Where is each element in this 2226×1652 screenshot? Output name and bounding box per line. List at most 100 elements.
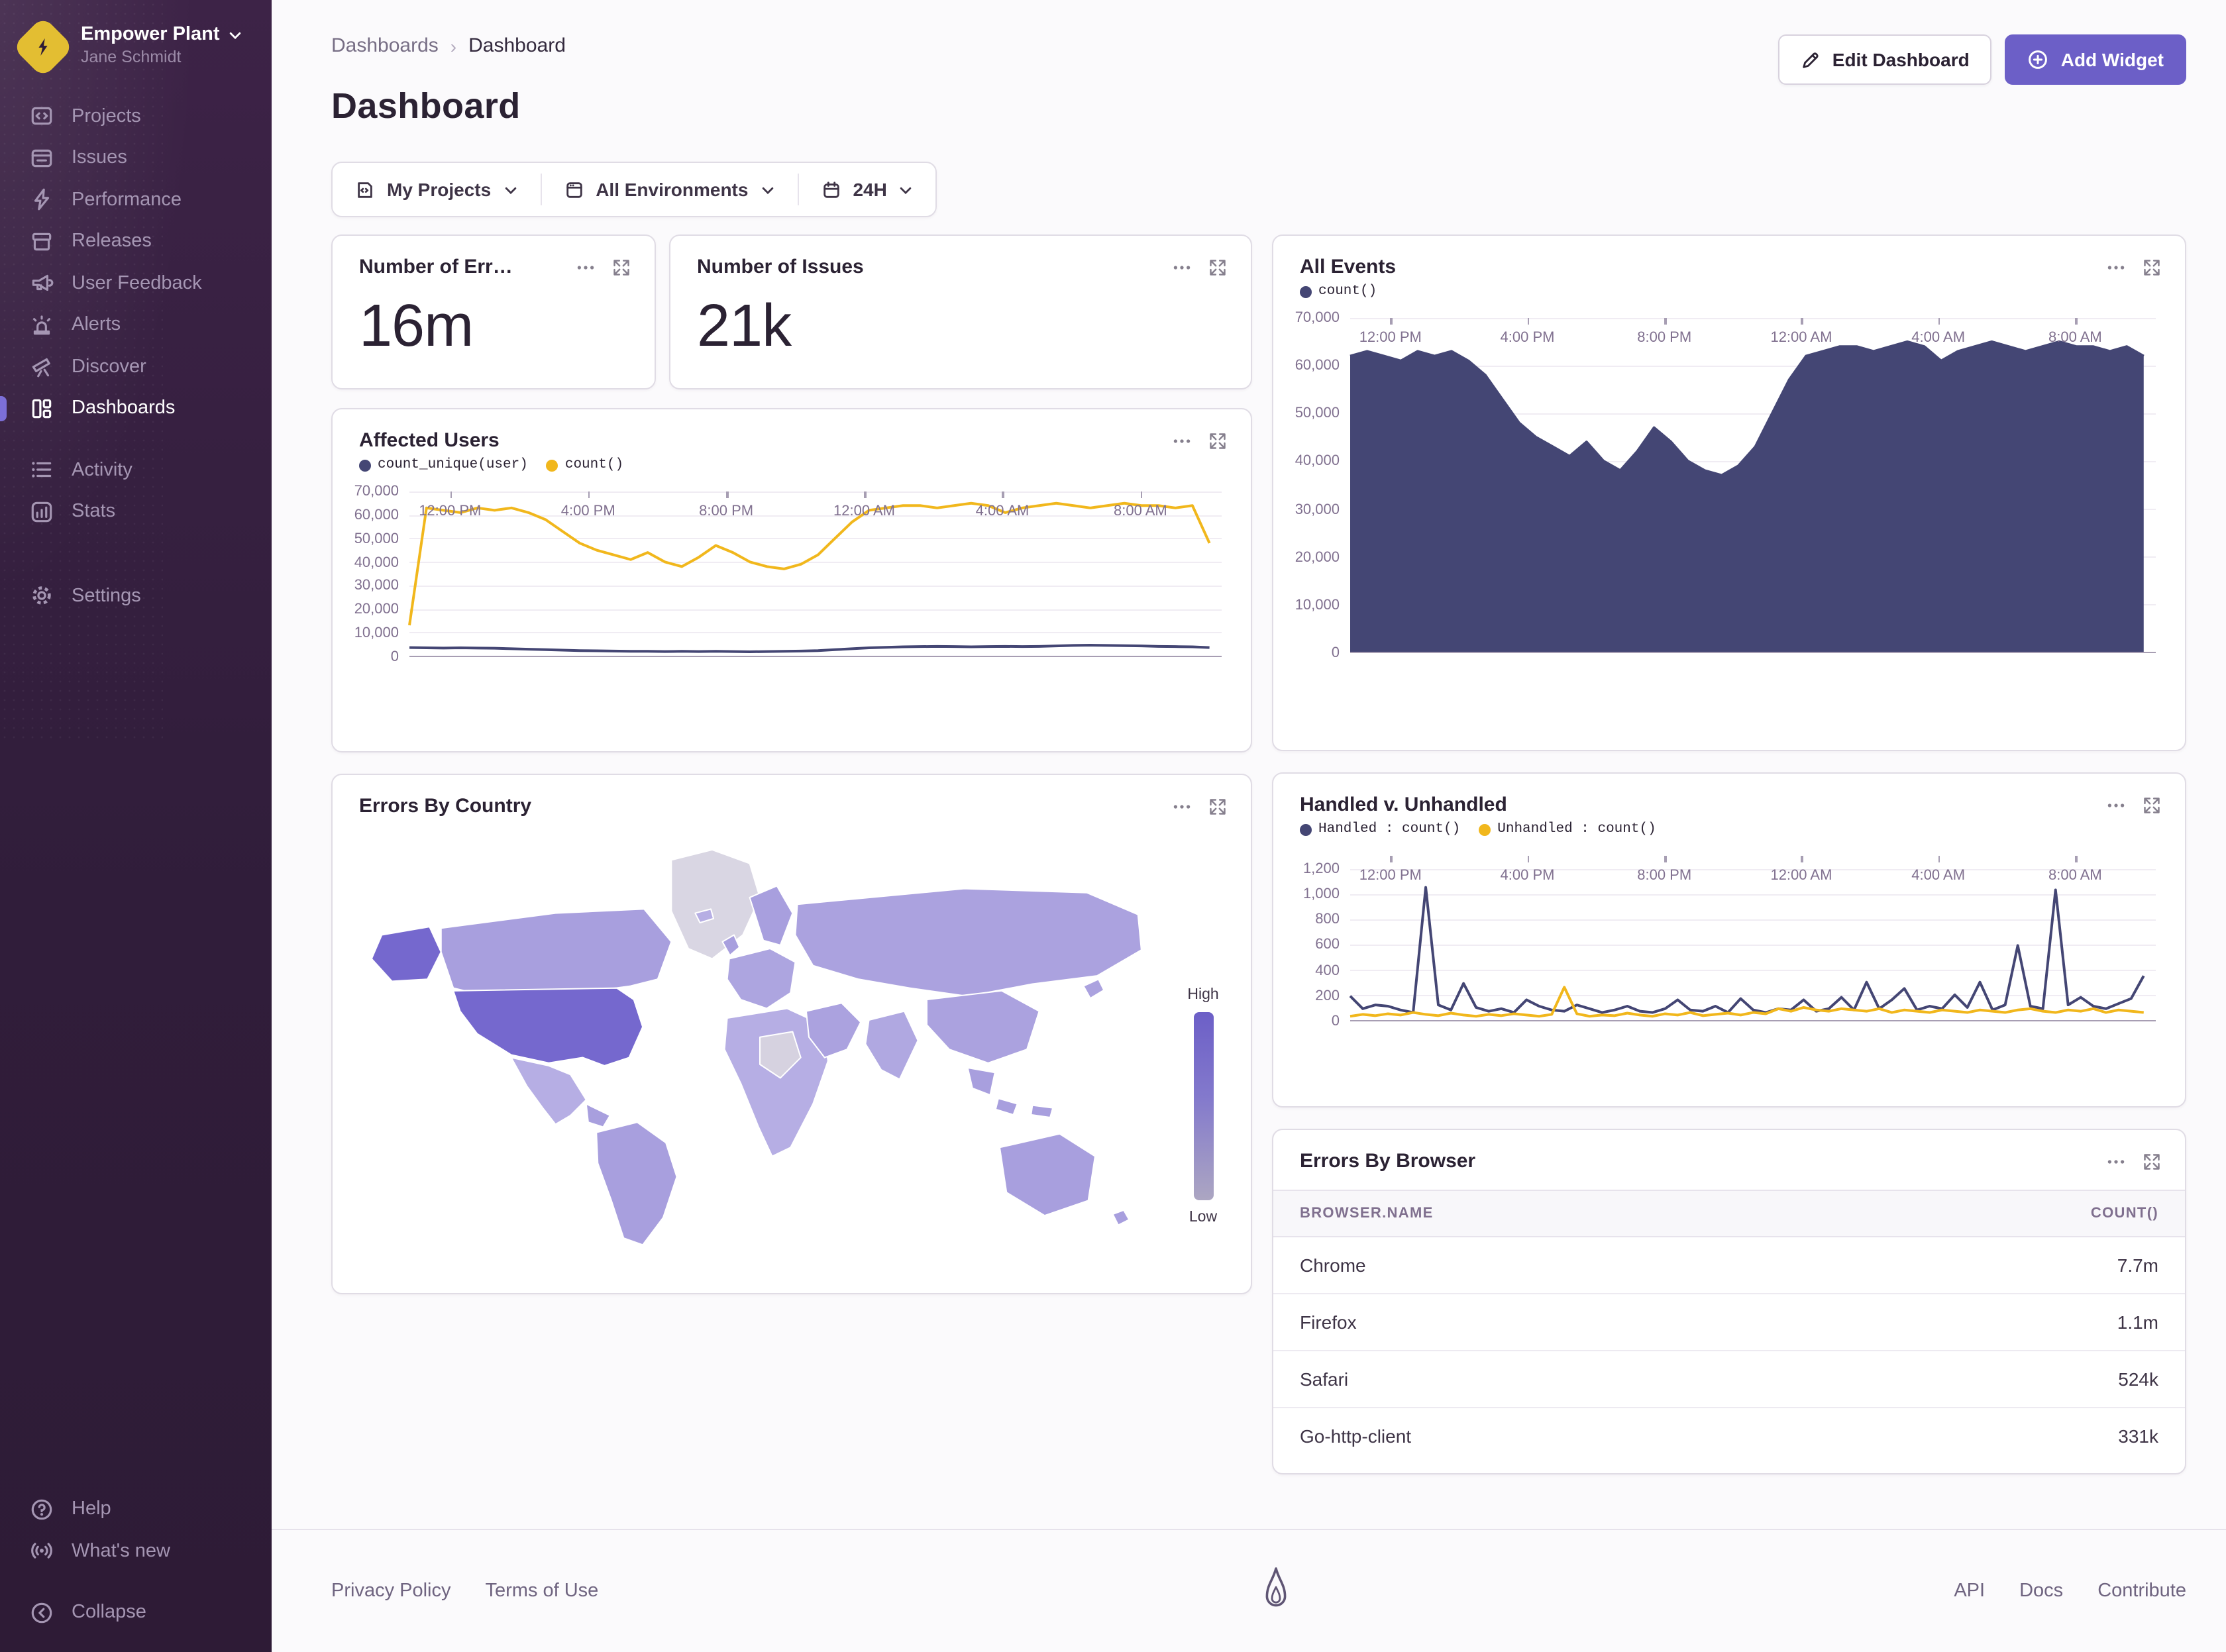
projects-filter[interactable]: My Projects (333, 163, 540, 216)
main-area: Dashboards › Dashboard Dashboard Edit Da… (272, 0, 2226, 1652)
sidebar-item-label: Issues (72, 148, 127, 169)
ellipsis-menu-button[interactable] (1173, 798, 1191, 816)
time-range-filter[interactable]: 24H (798, 163, 935, 216)
sidebar-item-label: Activity (72, 460, 132, 481)
sidebar-item-help[interactable]: Help (0, 1488, 272, 1530)
page-footer: Privacy Policy Terms of Use API Docs Con… (272, 1529, 2226, 1652)
sidebar-item-label: What's new (72, 1541, 170, 1562)
page-title: Dashboard (331, 86, 566, 127)
sidebar-item-dashboards[interactable]: Dashboards (0, 387, 272, 429)
legend-dot-icon (359, 459, 371, 471)
widget-number-of-errors: Number of Err… 16m (331, 234, 656, 389)
sidebar-item-projects[interactable]: Projects (0, 95, 272, 137)
terms-of-use-link[interactable]: Terms of Use (486, 1580, 599, 1602)
user-name: Jane Schmidt (81, 48, 242, 68)
expand-widget-button[interactable] (1208, 432, 1227, 450)
sentry-logo-icon[interactable] (1259, 1566, 1293, 1616)
pencil-icon (1801, 50, 1821, 70)
megaphone-icon (29, 271, 54, 296)
sidebar: Empower Plant Jane Schmidt Projects Issu… (0, 0, 272, 1652)
widget-number-of-issues: Number of Issues 21k (669, 234, 1252, 389)
calendar-icon (821, 180, 841, 199)
expand-widget-button[interactable] (2143, 1153, 2161, 1171)
sidebar-item-collapse[interactable]: Collapse (0, 1592, 272, 1633)
widget-title: Errors By Country (359, 795, 531, 817)
sidebar-item-discover[interactable]: Discover (0, 346, 272, 387)
widget-errors-by-country: Errors By Country (331, 774, 1252, 1294)
ellipsis-menu-button[interactable] (2107, 258, 2125, 277)
ellipsis-menu-button[interactable] (2107, 1153, 2125, 1171)
ellipsis-menu-button[interactable] (576, 258, 595, 277)
sidebar-item-user-feedback[interactable]: User Feedback (0, 262, 272, 304)
sidebar-item-alerts[interactable]: Alerts (0, 304, 272, 346)
sidebar-item-whats-new[interactable]: What's new (0, 1530, 272, 1572)
chart-legend: count() (1273, 278, 2185, 299)
stats-icon (29, 499, 54, 525)
table-row: Chrome7.7m (1273, 1237, 2185, 1294)
handled-v-unhandled-chart: 02004006008001,0001,200 12:00 PM4:00 PM8… (1273, 837, 2185, 1021)
ellipsis-menu-button[interactable] (1173, 432, 1191, 450)
contribute-link[interactable]: Contribute (2097, 1580, 2186, 1602)
sidebar-item-releases[interactable]: Releases (0, 221, 272, 262)
broadcast-icon (29, 1539, 54, 1564)
expand-widget-button[interactable] (2143, 258, 2161, 277)
projects-icon (29, 104, 54, 129)
map-gradient-bar (1193, 1012, 1213, 1200)
sidebar-item-label: Alerts (72, 315, 121, 336)
widget-title: Errors By Browser (1300, 1150, 1475, 1172)
sidebar-item-settings[interactable]: Settings (0, 575, 272, 617)
gear-icon (29, 584, 54, 609)
all-events-chart: 010,00020,00030,00040,00050,00060,00070,… (1273, 299, 2185, 653)
stat-value: 21k (670, 278, 1251, 360)
environments-filter[interactable]: All Environments (541, 163, 797, 216)
edit-dashboard-button[interactable]: Edit Dashboard (1778, 34, 1992, 85)
expand-widget-button[interactable] (1208, 798, 1227, 816)
map-low-label: Low (1189, 1210, 1217, 1225)
expand-widget-button[interactable] (612, 258, 631, 277)
legend-item: count() (547, 457, 623, 473)
sidebar-item-issues[interactable]: Issues (0, 137, 272, 179)
map-high-label: High (1187, 987, 1218, 1003)
sidebar-item-label: Releases (72, 231, 152, 252)
projects-filter-label: My Projects (387, 179, 491, 200)
chart-legend: Handled : count() Unhandled : count() (1273, 816, 2185, 837)
sidebar-item-stats[interactable]: Stats (0, 491, 272, 533)
stat-value: 16m (333, 278, 655, 360)
ellipsis-menu-button[interactable] (2107, 796, 2125, 815)
filter-bar: My Projects All Environments 24H (331, 162, 937, 217)
sidebar-item-label: Performance (72, 189, 182, 211)
sidebar-item-label: Stats (72, 501, 115, 523)
table-header: BROWSER.NAME COUNT() (1273, 1190, 2185, 1237)
sidebar-item-label: Discover (72, 356, 146, 378)
sidebar-item-performance[interactable]: Performance (0, 179, 272, 221)
legend-item: Unhandled : count() (1479, 821, 1656, 837)
legend-dot-icon (1479, 823, 1491, 835)
widget-title: Number of Issues (697, 256, 864, 278)
widget-title: Handled v. Unhandled (1300, 794, 1507, 816)
legend-item: Handled : count() (1300, 821, 1460, 837)
expand-widget-button[interactable] (2143, 796, 2161, 815)
sidebar-item-label: Projects (72, 106, 141, 127)
sidebar-item-activity[interactable]: Activity (0, 449, 272, 491)
api-link[interactable]: API (1954, 1580, 1985, 1602)
chevron-down-icon (899, 182, 914, 197)
chevron-down-icon (503, 182, 517, 197)
widget-title: Number of Err… (359, 256, 513, 278)
add-widget-button[interactable]: Add Widget (2005, 34, 2186, 85)
org-switcher[interactable]: Empower Plant Jane Schmidt (0, 0, 272, 95)
sidebar-item-label: User Feedback (72, 273, 202, 294)
privacy-policy-link[interactable]: Privacy Policy (331, 1580, 451, 1602)
legend-dot-icon (547, 459, 558, 471)
table-row: Firefox1.1m (1273, 1294, 2185, 1351)
affected-users-chart: 010,00020,00030,00040,00050,00060,00070,… (333, 473, 1251, 657)
docs-link[interactable]: Docs (2019, 1580, 2063, 1602)
expand-widget-button[interactable] (1208, 258, 1227, 277)
widget-handled-v-unhandled: Handled v. Unhandled Handled : count() Un… (1272, 772, 2186, 1108)
table-column-count: COUNT() (2091, 1206, 2158, 1221)
legend-item: count() (1300, 284, 1377, 299)
ellipsis-menu-button[interactable] (1173, 258, 1191, 277)
archive-icon (29, 229, 54, 254)
widget-all-events: All Events count() 010,00020,00030,00040… (1272, 234, 2186, 751)
breadcrumb-dashboards-link[interactable]: Dashboards (331, 34, 439, 57)
org-name: Empower Plant (81, 23, 220, 46)
